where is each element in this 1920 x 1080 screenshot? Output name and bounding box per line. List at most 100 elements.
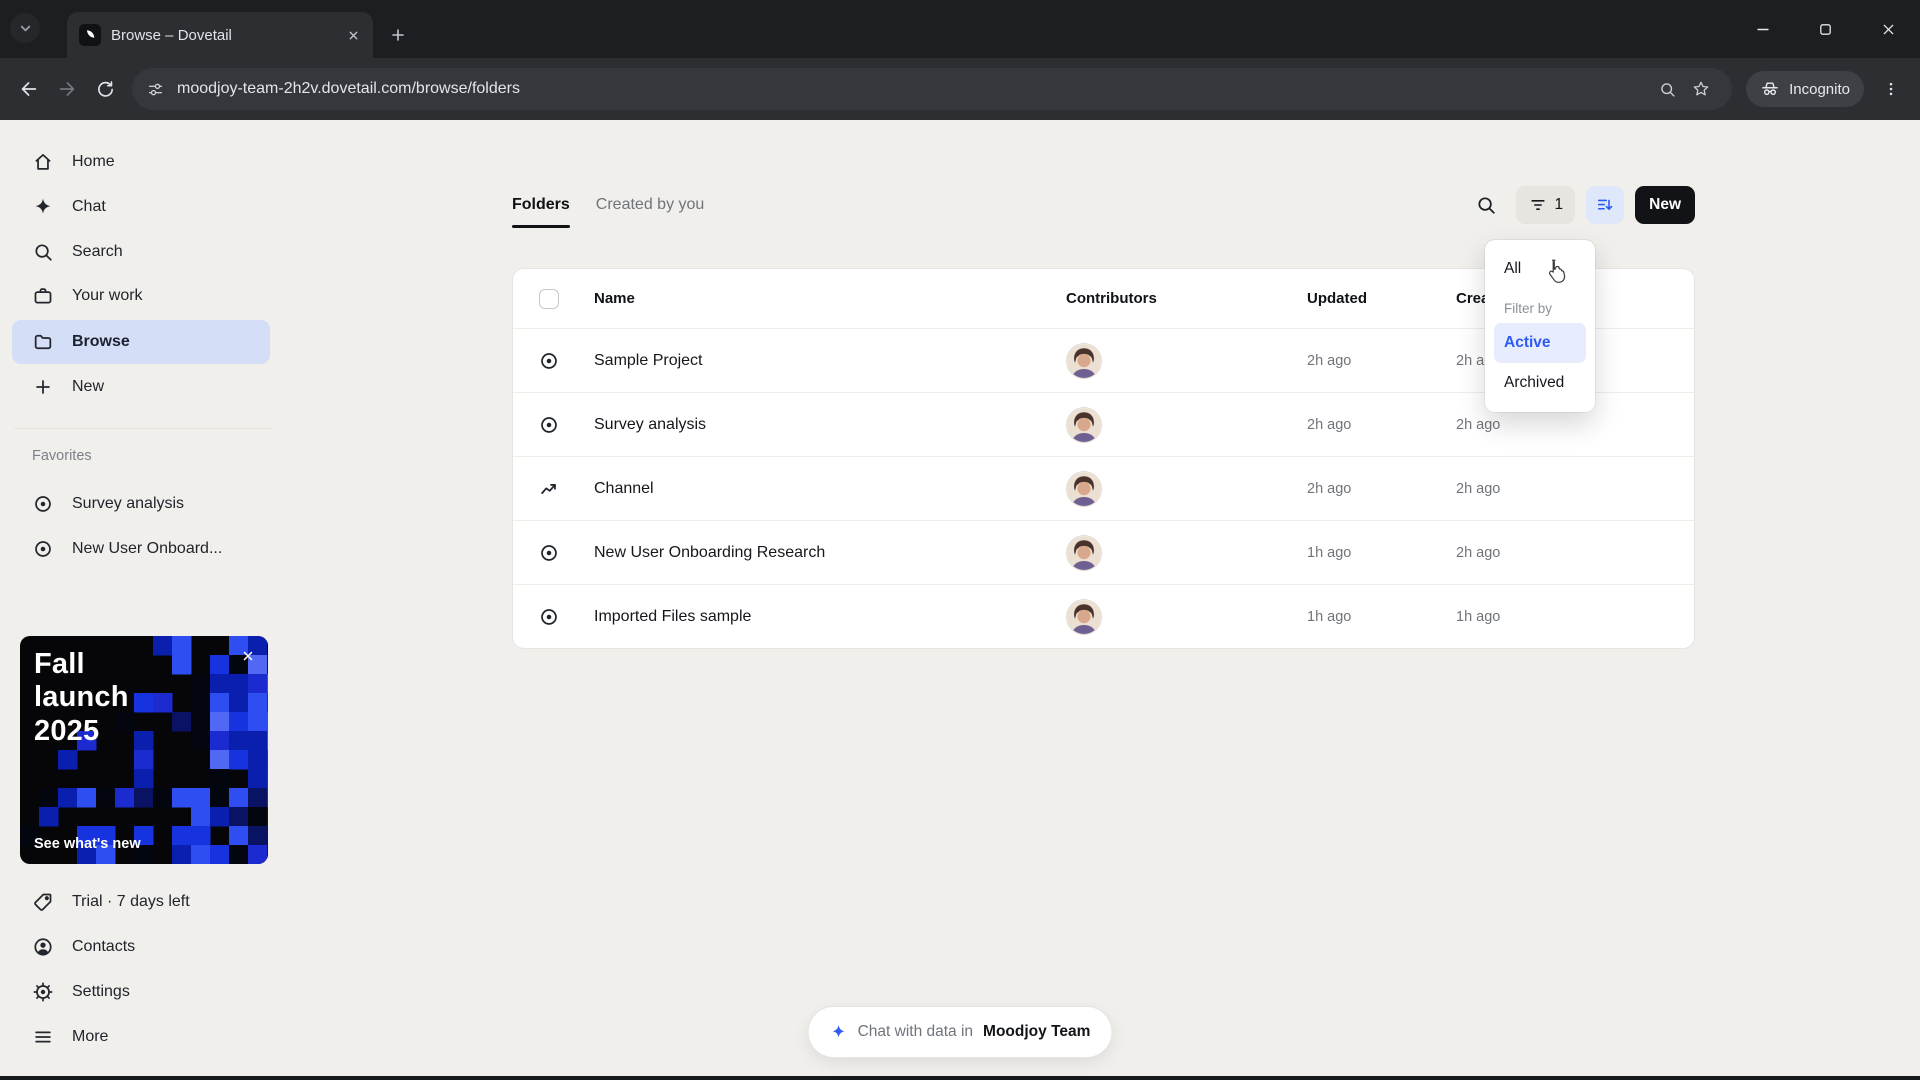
bookmark-star-icon[interactable] (1684, 72, 1718, 106)
url-text: moodjoy-team-2h2v.dovetail.com/browse/fo… (177, 80, 520, 97)
tab-close-button[interactable] (341, 23, 365, 47)
sidebar-item-home[interactable]: Home (12, 140, 270, 184)
column-header-contributors: Contributors (1066, 290, 1157, 307)
target-icon (538, 606, 560, 628)
search-icon (35, 244, 52, 261)
back-button[interactable] (10, 70, 48, 108)
minimize-button[interactable] (1731, 0, 1794, 58)
updated-value: 2h ago (1307, 416, 1352, 433)
reload-button[interactable] (86, 70, 124, 108)
chat-with-data-button[interactable]: Chat with data in Moodjoy Team (807, 1006, 1113, 1058)
folder-name[interactable]: New User Onboarding Research (585, 544, 1060, 562)
sort-button[interactable] (1586, 186, 1625, 224)
dovetail-app: Home Chat Search Your work Browse New Fa… (0, 120, 1920, 1076)
sidebar-item-label: Browse (72, 333, 130, 350)
site-info-icon[interactable] (146, 80, 165, 99)
updated-value: 1h ago (1307, 608, 1352, 625)
contributor-avatar[interactable] (1066, 406, 1102, 443)
zoom-icon[interactable] (1650, 72, 1684, 106)
sidebar-item-label: Trial · 7 days left (72, 893, 190, 910)
filter-option-active[interactable]: Active (1494, 323, 1586, 363)
browser-tab-strip: Browse – Dovetail (0, 0, 1920, 58)
sidebar-item-label: Home (72, 153, 115, 170)
filter-option-archived[interactable]: Archived (1494, 363, 1586, 403)
target-icon (538, 542, 560, 564)
sidebar-item-contacts[interactable]: Contacts (12, 925, 270, 969)
sparkle-icon (832, 1025, 845, 1038)
tab-folders[interactable]: Folders (512, 196, 570, 228)
incognito-label: Incognito (1789, 80, 1850, 98)
maximize-button[interactable] (1794, 0, 1857, 58)
person-icon (34, 938, 52, 956)
promo-card-fall-launch: Fall launch 2025 See what's new (20, 636, 268, 864)
sort-icon (1598, 199, 1613, 210)
new-tab-button[interactable] (381, 18, 415, 52)
sidebar-item-new[interactable]: New (12, 365, 270, 409)
sidebar-item-settings[interactable]: Settings (12, 970, 270, 1014)
plus-icon (36, 380, 50, 394)
created-value: 2h ago (1456, 416, 1501, 433)
incognito-icon (1762, 82, 1778, 96)
sidebar-item-label: Search (72, 243, 123, 260)
tab-title: Browse – Dovetail (111, 26, 232, 44)
incognito-badge: Incognito (1746, 71, 1864, 107)
favorite-item-survey-analysis[interactable]: Survey analysis (12, 482, 270, 526)
updated-value: 2h ago (1307, 352, 1352, 369)
chat-pill-text: Chat with data in (857, 1023, 974, 1040)
select-all-checkbox[interactable] (539, 288, 559, 309)
filter-button[interactable]: 1 (1515, 186, 1576, 224)
sidebar-item-browse[interactable]: Browse (12, 320, 270, 364)
table-row-imported-files-sample[interactable]: Imported Files sample 1h ago 1h ago (513, 584, 1694, 648)
contributor-avatar[interactable] (1066, 342, 1102, 379)
created-value: 2h ago (1456, 480, 1501, 497)
contributor-avatar[interactable] (1066, 470, 1102, 507)
tag-icon (34, 893, 52, 911)
promo-link[interactable]: See what's new (34, 836, 141, 852)
favorite-item-new-user-onboarding[interactable]: New User Onboard... (12, 527, 270, 571)
sidebar-divider (14, 428, 272, 429)
briefcase-icon (34, 288, 52, 304)
sparkle-icon (35, 198, 51, 214)
filter-by-label: Filter by (1504, 301, 1553, 316)
close-button[interactable] (1857, 0, 1920, 58)
sidebar-item-label: Your work (72, 287, 143, 304)
folder-name[interactable]: Channel (585, 480, 1060, 498)
sidebar-item-chat[interactable]: Chat (12, 185, 270, 229)
updated-value: 1h ago (1307, 544, 1352, 561)
sidebar: Home Chat Search Your work Browse New Fa… (0, 120, 294, 1076)
contributor-avatar[interactable] (1066, 534, 1102, 571)
address-bar[interactable]: moodjoy-team-2h2v.dovetail.com/browse/fo… (132, 68, 1733, 110)
sidebar-item-more[interactable]: More (12, 1015, 270, 1059)
folder-name[interactable]: Survey analysis (585, 416, 1060, 434)
filter-icon (1530, 200, 1545, 210)
column-header-updated: Updated (1307, 290, 1367, 307)
search-button[interactable] (1467, 186, 1505, 224)
favorite-item-label: New User Onboard... (72, 540, 223, 557)
sidebar-item-search[interactable]: Search (12, 230, 270, 274)
table-row-channel[interactable]: Channel 2h ago 2h ago (513, 456, 1694, 520)
browse-topbar: Folders Created by you 1 New (512, 186, 1695, 228)
sidebar-item-trial[interactable]: Trial · 7 days left (12, 880, 270, 924)
promo-close-icon[interactable] (236, 644, 260, 668)
sidebar-item-label: Contacts (72, 938, 136, 955)
sidebar-item-your-work[interactable]: Your work (12, 274, 270, 318)
contributor-avatar[interactable] (1066, 598, 1102, 635)
dovetail-favicon (79, 24, 101, 46)
tab-created-by-you[interactable]: Created by you (596, 196, 705, 214)
browser-tab[interactable]: Browse – Dovetail (67, 12, 373, 58)
home-icon (35, 153, 51, 170)
filter-option-all[interactable]: All (1494, 249, 1586, 289)
favorite-item-label: Survey analysis (72, 495, 185, 512)
browser-menu-button[interactable] (1872, 70, 1910, 108)
folder-icon (34, 334, 52, 350)
table-row-new-user-onboarding-research[interactable]: New User Onboarding Research 1h ago 2h a… (513, 520, 1694, 584)
channel-icon (541, 483, 556, 494)
tab-search-chevron-icon[interactable] (10, 13, 40, 43)
sidebar-item-label: Chat (72, 198, 106, 215)
gear-icon (33, 982, 53, 1002)
folder-name[interactable]: Sample Project (585, 352, 1060, 370)
new-button[interactable]: New (1635, 186, 1695, 224)
window-controls (1731, 0, 1920, 58)
folder-name[interactable]: Imported Files sample (585, 608, 1060, 626)
forward-button[interactable] (48, 70, 86, 108)
